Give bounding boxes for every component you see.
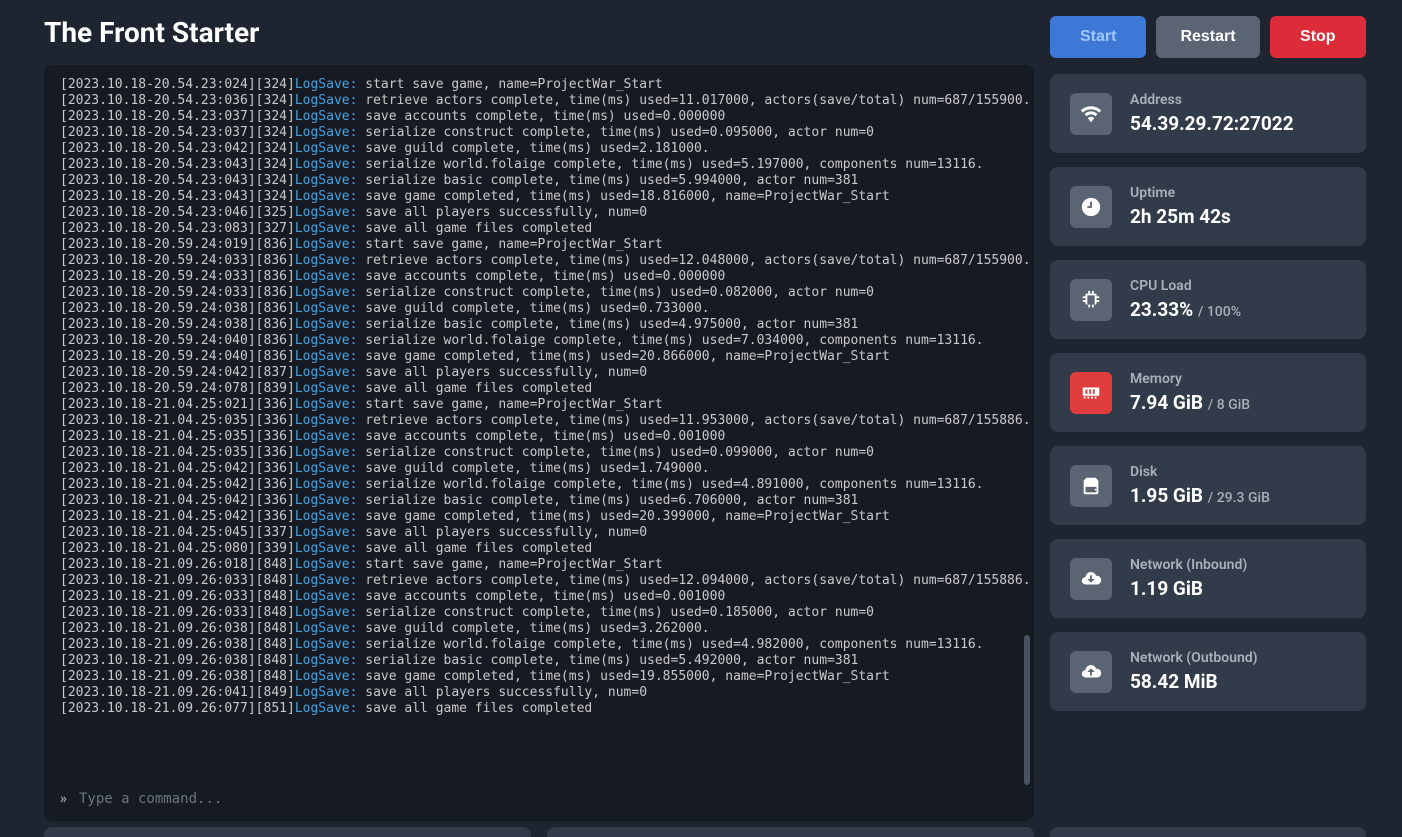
bottom-panel[interactable] [44,827,531,837]
wifi-icon [1070,93,1112,135]
console-output[interactable]: [2023.10.18-20.54.23:024][324]LogSave: s… [44,65,1034,777]
stat-value: 23.33% / 100% [1130,298,1346,321]
stat-label: CPU Load [1130,278,1346,294]
stat-label: Address [1130,92,1346,108]
stat-value: 54.39.29.72:27022 [1130,112,1346,135]
stat-label: Memory [1130,371,1346,387]
memory-icon [1070,372,1112,414]
stat-cpu[interactable]: CPU Load 23.33% / 100% [1050,260,1366,339]
stat-disk[interactable]: Disk 1.95 GiB / 29.3 GiB [1050,446,1366,525]
stat-value: 1.95 GiB / 29.3 GiB [1130,484,1346,507]
stop-button[interactable]: Stop [1270,16,1366,58]
stat-value: 7.94 GiB / 8 GiB [1130,391,1346,414]
stat-label: Network (Outbound) [1130,650,1346,666]
disk-icon [1070,465,1112,507]
stat-label: Disk [1130,464,1346,480]
bottom-panel[interactable] [1050,827,1366,837]
cloud-download-icon [1070,558,1112,600]
cpu-icon [1070,279,1112,321]
stat-value: 58.42 MiB [1130,670,1346,693]
bottom-strip [44,827,1366,837]
console-input-row: » [44,777,1034,821]
stat-network-in[interactable]: Network (Inbound) 1.19 GiB [1050,539,1366,618]
stat-value: 1.19 GiB [1130,577,1346,600]
console-panel: [2023.10.18-20.54.23:024][324]LogSave: s… [44,65,1034,821]
stat-label: Uptime [1130,185,1346,201]
stat-network-out[interactable]: Network (Outbound) 58.42 MiB [1050,632,1366,711]
scrollbar-thumb[interactable] [1024,635,1030,785]
start-button[interactable]: Start [1050,16,1146,58]
stat-value: 2h 25m 42s [1130,205,1346,228]
page-title: The Front Starter [44,16,1034,49]
cloud-upload-icon [1070,651,1112,693]
stat-memory[interactable]: Memory 7.94 GiB / 8 GiB [1050,353,1366,432]
stat-address[interactable]: Address 54.39.29.72:27022 [1050,74,1366,153]
command-input[interactable] [79,791,1018,807]
clock-icon [1070,186,1112,228]
stat-label: Network (Inbound) [1130,557,1346,573]
bottom-panel[interactable] [547,827,1034,837]
chevron-right-icon: » [60,791,67,807]
restart-button[interactable]: Restart [1156,16,1259,58]
stat-uptime[interactable]: Uptime 2h 25m 42s [1050,167,1366,246]
